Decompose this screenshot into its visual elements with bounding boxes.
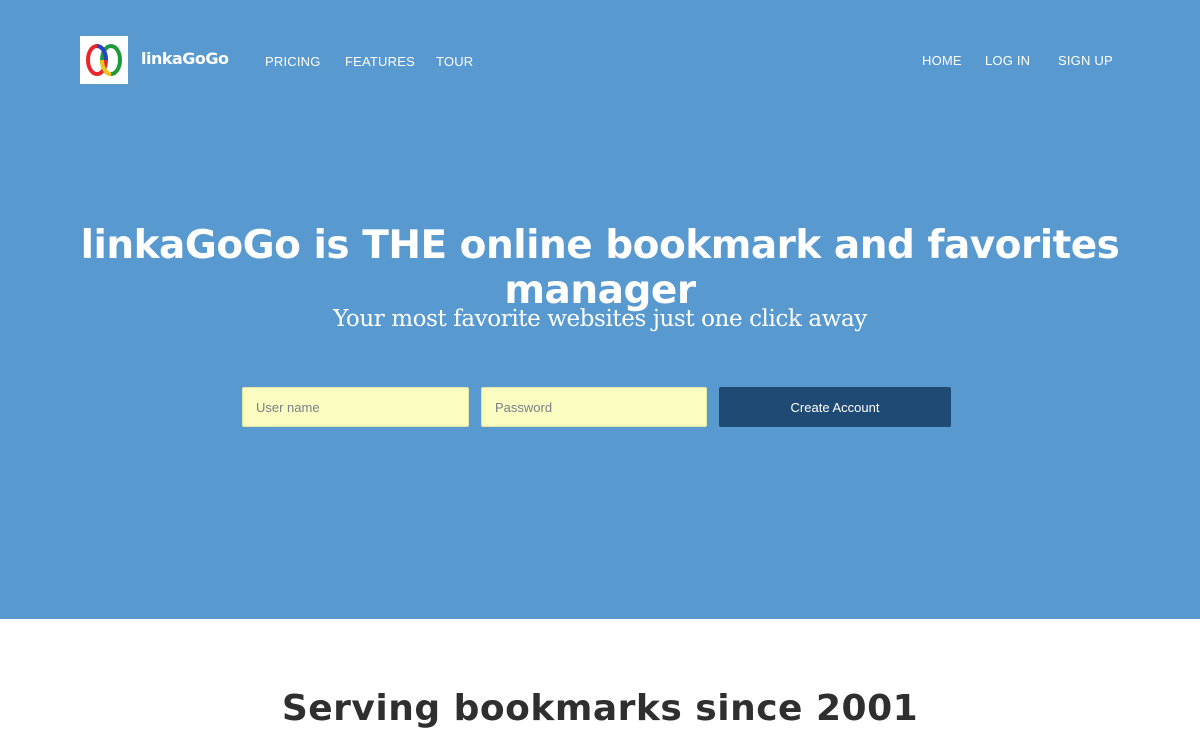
nav-features[interactable]: FEATURES [345, 54, 415, 69]
linkagogo-logo-icon[interactable] [80, 36, 128, 84]
password-input[interactable] [481, 387, 707, 427]
serving-prefix: Serving bookmarks [281, 688, 696, 729]
hero-subline: Your most favorite websites just one cli… [333, 306, 867, 332]
brand-name[interactable]: linkaGoGo [141, 49, 229, 68]
nav-sign-up[interactable]: SIGN UP [1058, 53, 1113, 68]
nav-tour[interactable]: TOUR [436, 54, 473, 69]
nav-pricing[interactable]: PRICING [265, 54, 321, 69]
serving-since: since 2001 [695, 688, 919, 729]
hero-section: linkaGoGo PRICING FEATURES TOUR HOME LOG… [0, 0, 1200, 619]
create-account-button[interactable]: Create Account [719, 387, 951, 427]
hero-headline: linkaGoGo is THE online bookmark and fav… [80, 223, 1120, 313]
nav-log-in[interactable]: LOG IN [985, 53, 1030, 68]
username-input[interactable] [242, 387, 469, 427]
serving-heading: Serving bookmarks since 2001 [0, 688, 1200, 729]
nav-home[interactable]: HOME [922, 53, 962, 68]
